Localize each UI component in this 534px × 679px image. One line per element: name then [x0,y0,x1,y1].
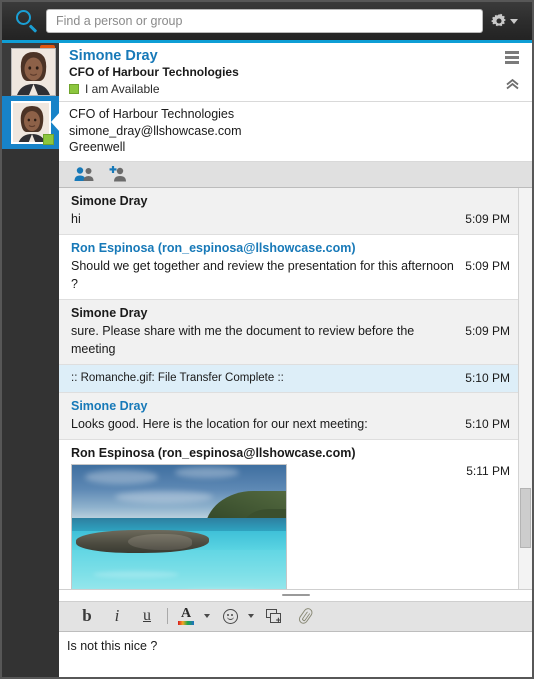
top-search-bar [2,2,532,40]
italic-button[interactable]: i [107,605,127,627]
conversation-panel: Simone Dray CFO of Harbour Technologies … [11,43,532,677]
chat-action-toolbar [59,161,532,188]
chevron-down-icon [248,614,254,618]
message-time: 5:09 PM [465,323,510,338]
search-field-wrapper[interactable] [46,9,483,33]
contact-status-label: I am Available [85,82,160,96]
scrollbar-thumb[interactable] [520,487,531,548]
beach-photo[interactable] [71,463,287,589]
message-time: 5:10 PM [465,416,510,431]
rail-item-2[interactable] [2,96,60,149]
message-transcript: Simone Dray hi 5:09 PM Ron Espinosa (ron… [59,187,532,590]
message-sender: Simone Dray [71,398,148,413]
splitter-row[interactable] [59,589,532,602]
font-color-button[interactable]: A [176,605,196,627]
status-indicator-icon [69,84,79,94]
font-color-dropdown[interactable] [200,605,210,627]
file-transfer-status: :: Romanche.gif: File Transfer Complete … [71,371,284,384]
contact-name: Simone Dray [69,48,158,64]
add-person-icon[interactable] [109,166,129,182]
screen-capture-button[interactable]: + [264,605,284,627]
emoticon-dropdown[interactable] [244,605,254,627]
message-body: hi [71,211,81,226]
contact-header: Simone Dray CFO of Harbour Technologies … [11,43,532,102]
detail-line-3: Greenwell [69,140,126,154]
screen-capture-icon: + [266,608,282,624]
font-color-icon: A [178,607,194,625]
message-sender: Ron Espinosa (ron_espinosa@llshowcase.co… [71,240,356,255]
message-row: Ron Espinosa (ron_espinosa@llshowcase.co… [59,234,518,300]
detail-line-1: CFO of Harbour Technologies [69,107,235,121]
message-row: Simone Dray Looks good. Here is the loca… [59,392,518,440]
chevron-down-icon [510,18,518,24]
settings-button[interactable] [491,13,524,29]
message-sender: Simone Dray [71,305,148,320]
resize-grip[interactable] [281,593,310,596]
message-body: Should we get together and review the pr… [71,258,454,291]
format-toolbar: b i u A + [59,601,532,632]
gear-icon [491,13,507,29]
hamburger-menu-icon[interactable] [502,51,522,64]
toolbar-divider [167,608,168,624]
contact-role: CFO of Harbour Technologies [69,65,239,79]
search-input[interactable] [54,13,475,29]
message-row: Simone Dray hi 5:09 PM [59,187,518,235]
message-time: 5:09 PM [465,258,510,273]
transcript-scrollbar[interactable] [518,187,532,589]
emoticon-button[interactable] [220,605,240,627]
compose-input[interactable]: Is not this nice ? [67,638,524,654]
group-chat-icon[interactable] [74,166,96,182]
message-sender: Simone Dray [71,193,148,208]
chat-window: 3 [0,0,534,679]
compose-area[interactable]: Is not this nice ? [59,631,532,677]
chevron-down-icon [204,614,210,618]
message-row-image: Ron Espinosa (ron_espinosa@llshowcase.co… [59,439,518,589]
contact-rail: 3 [2,43,60,677]
underline-button[interactable]: u [137,605,157,627]
message-time: 5:09 PM [465,211,510,226]
message-row: Simone Dray sure. Please share with me t… [59,299,518,365]
bold-button[interactable]: b [77,605,97,627]
transcript-scroll-content: Simone Dray hi 5:09 PM Ron Espinosa (ron… [59,187,518,589]
presence-indicator [43,134,54,145]
attach-file-button[interactable] [296,605,316,627]
detail-line-2: simone_dray@llshowcase.com [69,123,242,138]
paperclip-icon [295,605,317,628]
contact-avatar [11,48,56,96]
file-transfer-row: :: Romanche.gif: File Transfer Complete … [59,364,518,393]
contact-status: I am Available [69,82,532,96]
message-body: sure. Please share with me the document … [71,323,415,356]
message-sender: Ron Espinosa (ron_espinosa@llshowcase.co… [71,445,356,460]
contact-details: CFO of Harbour Technologies simone_dray@… [59,102,532,162]
message-time: 5:11 PM [466,463,510,478]
message-time: 5:10 PM [465,370,510,385]
message-body: Looks good. Here is the location for our… [71,416,368,431]
chevron-double-up-icon[interactable] [502,78,522,91]
search-icon[interactable] [12,6,42,36]
smiley-icon [222,608,238,624]
